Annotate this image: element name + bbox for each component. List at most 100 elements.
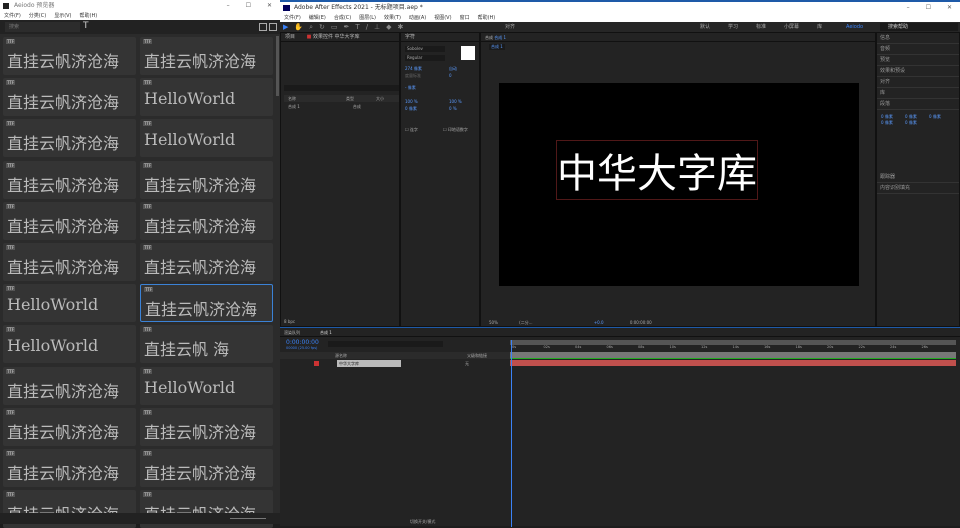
time-ruler[interactable]: 0s 02s 04s 06s 08s 10s 12s 14s 16s 18s 20s 22s 24s 26… (510, 345, 956, 352)
layer-color-label[interactable] (314, 361, 319, 366)
menu-item[interactable]: 文件(F) (4, 13, 21, 19)
font-card[interactable]: TTF 直挂云帆济沧海 (140, 160, 273, 199)
tab-render-queue[interactable]: 渲染队列 (284, 330, 300, 335)
type-tool-icon[interactable]: T (355, 22, 359, 32)
horizontal-scale-field[interactable]: 100 % (449, 99, 462, 104)
font-card[interactable]: TTF HelloWorld (3, 325, 136, 364)
paragraph-controls[interactable]: 0 像素 0 像素 0 像素0 像素 0 像素 (877, 110, 959, 172)
fill-color-swatch[interactable] (461, 46, 475, 60)
parent-select[interactable]: 无 (465, 360, 469, 367)
vertical-scale-field[interactable]: 100 % (405, 99, 418, 104)
pen-tool-icon[interactable]: ✒ (344, 22, 350, 32)
workspace-tab[interactable]: 小屏幕 (784, 24, 799, 30)
tsume-field[interactable]: 0 % (449, 106, 457, 111)
eraser-tool-icon[interactable]: ◆ (386, 22, 391, 32)
brush-tool-icon[interactable]: / (366, 22, 368, 32)
font-card[interactable]: TTF HelloWorld (140, 119, 273, 158)
stroke-width-field[interactable]: - 像素 (405, 85, 416, 91)
font-card[interactable]: TTF 直挂云帆济沧海 (3, 449, 136, 487)
menu-item[interactable]: 动画(A) (409, 15, 426, 21)
panel-6[interactable]: 段落 (877, 99, 959, 110)
tab-character[interactable]: 字符 (401, 33, 479, 42)
rect-tool-icon[interactable]: ▭ (331, 22, 338, 32)
menu-item[interactable]: 视图(V) (434, 15, 451, 21)
font-card[interactable]: TTF 直挂云帆济沧海 (3, 201, 136, 240)
size-slider[interactable] (230, 518, 266, 519)
playhead[interactable] (511, 340, 512, 527)
tracking-field[interactable]: 0 (449, 73, 452, 78)
tab-project[interactable]: 项目 (285, 34, 295, 40)
panel-5[interactable]: 库 (877, 88, 959, 99)
comp-canvas[interactable]: 中华大字库 (499, 83, 859, 286)
resolution-select[interactable]: (二分... (519, 320, 532, 325)
project-search-input[interactable] (284, 85, 399, 91)
scrollbar[interactable] (276, 36, 279, 96)
panel-3[interactable]: 效果和预设 (877, 66, 959, 77)
menu-item[interactable]: 帮助(H) (478, 15, 496, 21)
search-help-input[interactable]: 搜索帮助 (880, 23, 958, 31)
menu-item[interactable]: 编辑(E) (309, 15, 326, 21)
timeline-search-input[interactable] (328, 341, 443, 347)
panel-1[interactable]: 音频 (877, 44, 959, 55)
panel-8[interactable]: 内容识别填充 (877, 183, 959, 194)
zoom-select[interactable]: 50% (489, 320, 498, 325)
panel-4[interactable]: 对齐 (877, 77, 959, 88)
font-card[interactable]: TTF 直挂云帆济沧海 (140, 449, 273, 487)
align-checkbox[interactable]: 对齐 (505, 22, 515, 32)
panel-2[interactable]: 预览 (877, 55, 959, 66)
menu-item[interactable]: 图层(L) (359, 15, 376, 21)
text-icon[interactable]: T (83, 21, 89, 31)
timeline-current-time[interactable]: 0:00:00:00 (286, 339, 319, 346)
font-card[interactable]: TTF 直挂云帆济沧海 (140, 201, 273, 240)
rotate-tool-icon[interactable]: ↻ (319, 22, 325, 32)
text-layer-preview[interactable]: 中华大字库 (556, 140, 758, 200)
menu-item[interactable]: 窗口 (460, 15, 470, 21)
menu-item[interactable]: 效果(T) (384, 15, 401, 21)
zoom-tool-icon[interactable]: ⌕ (309, 22, 313, 32)
panel-0[interactable]: 信息 (877, 33, 959, 44)
font-card[interactable]: TTF HelloWorld (140, 78, 273, 117)
hindi-digits-checkbox[interactable]: ☐ 印地语数字 (443, 127, 468, 133)
hand-tool-icon[interactable]: ✋ (294, 22, 303, 32)
menu-item[interactable]: 帮助(H) (80, 13, 98, 19)
panel-7[interactable]: 跟踪器 (877, 172, 959, 183)
kerning-field[interactable]: 度量标准 (405, 73, 421, 79)
font-card[interactable]: TTF 直挂云帆济沧海 (140, 407, 273, 446)
window-controls[interactable]: – ☐ ✕ (219, 0, 280, 12)
font-card[interactable]: TTF HelloWorld (3, 284, 136, 323)
menu-item[interactable]: 显示(V) (54, 13, 71, 19)
font-card[interactable]: TTF HelloWorld (140, 366, 273, 405)
font-family-select[interactable]: Sobolev (405, 46, 445, 52)
layout-single-icon[interactable] (259, 23, 267, 31)
workspace-tab[interactable]: 学习 (728, 24, 738, 30)
font-card[interactable]: TTF 直挂云帆济沧海 (3, 243, 136, 281)
project-item[interactable]: 合成 1 合成 (284, 103, 399, 110)
font-card[interactable]: TTF 直挂云帆济沧海 (140, 37, 273, 75)
tab-effect-controls[interactable]: 效果控件 中华大字库 (313, 34, 360, 40)
ligatures-checkbox[interactable]: ☐ 连字 (405, 127, 418, 133)
font-card[interactable]: TTF 直挂云帆 海 (140, 325, 273, 364)
workspace-tab[interactable]: 默认 (700, 24, 710, 30)
comp-breadcrumb[interactable]: 合成 1 (489, 44, 505, 50)
layer-duration-bar[interactable] (510, 360, 956, 366)
menu-item[interactable]: 文件(F) (284, 15, 301, 21)
layout-grid-icon[interactable] (269, 23, 277, 31)
workspace-tab[interactable]: 库 (817, 24, 822, 30)
font-card[interactable]: TTF 直挂云帆济沧海 (3, 160, 136, 199)
font-card[interactable]: TTF 直挂云帆济沧海 (3, 78, 136, 117)
font-size-field[interactable]: 274 像素 (405, 66, 422, 72)
font-card[interactable]: TTF 直挂云帆济沧海 (140, 284, 273, 323)
menu-item[interactable]: 合成(C) (334, 15, 351, 21)
font-card[interactable]: TTF 直挂云帆济沧海 (140, 243, 273, 281)
workspace-active[interactable]: Aeiodo (846, 22, 863, 32)
font-card[interactable]: TTF 直挂云帆济沧海 (3, 119, 136, 158)
menu-item[interactable]: 分类(C) (29, 13, 46, 19)
leading-field[interactable]: 自动 (449, 66, 457, 72)
layer-name[interactable]: 中华大字库 (337, 360, 401, 367)
font-card[interactable]: TTF 直挂云帆济沧海 (3, 366, 136, 405)
stamp-tool-icon[interactable]: ⊥ (374, 22, 380, 32)
selection-tool-icon[interactable]: ▶ (283, 22, 288, 32)
font-card[interactable]: TTF 直挂云帆济沧海 (3, 37, 136, 75)
bpc-label[interactable]: 8 bpc (284, 319, 295, 324)
font-card[interactable]: TTF 直挂云帆济沧海 (3, 407, 136, 446)
